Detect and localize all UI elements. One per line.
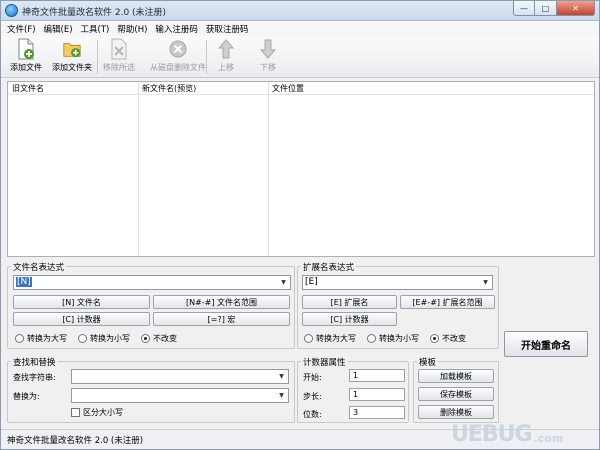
counter-step-input[interactable]: 1 [349,388,405,401]
toolbar-separator [206,40,207,74]
watermark: UEBUG .com [451,419,597,449]
checkbox-icon [71,408,80,417]
counter-step-label: 步长: [303,392,322,401]
window-controls: — □ ✕ [513,1,595,16]
watermark-text: UEBUG [451,421,533,447]
add-folder-icon [62,38,82,60]
filename-expression-title: 文件名表达式 [11,261,67,273]
move-down-button[interactable]: 下移 [255,38,281,76]
toolbar: 添加文件 添加文件夹 移除所选 从磁盘删除文件 上移 下移 [1,36,599,78]
column-divider [138,82,139,256]
insert-filename-range-button[interactable]: [N#-#] 文件名范围 [153,295,290,309]
extension-expression-combo[interactable]: [E] ▼ [302,275,493,290]
column-location[interactable]: 文件位置 [272,83,304,94]
status-text: 神奇文件批量改名软件 2.0 (未注册) [7,436,144,446]
insert-filename-button[interactable]: [N] 文件名 [13,295,150,309]
watermark-suffix: .com [533,431,564,445]
insert-macro-button[interactable]: [=?] 宏 [153,312,290,326]
chevron-down-icon[interactable]: ▼ [276,390,287,401]
delete-icon [168,38,188,60]
minimize-button[interactable]: — [513,1,535,16]
counter-start-input[interactable]: 1 [349,369,405,382]
remove-selected-button[interactable]: 移除所选 [101,38,137,76]
app-icon [5,4,18,17]
column-new-name[interactable]: 新文件名(预览) [142,83,196,94]
menu-edit[interactable]: 编辑(E) [44,23,73,35]
add-file-button[interactable]: 添加文件 [9,38,43,76]
add-file-icon [16,38,36,60]
menu-enter-code[interactable]: 输入注册码 [155,23,198,35]
replace-label: 替换为: [13,392,40,401]
filename-expression-value: [N] [16,277,32,287]
toolbar-separator [97,40,98,74]
delete-from-disk-button[interactable]: 从磁盘删除文件 [141,38,215,76]
menu-file[interactable]: 文件(F) [7,23,36,35]
insert-extension-range-button[interactable]: [E#-#] 扩展名范围 [400,295,495,309]
file-list[interactable]: 旧文件名 新文件名(预览) 文件位置 [7,81,595,257]
radio-selected-icon [141,334,150,343]
ext-lowercase-radio[interactable]: 转换为小写 [367,333,419,344]
counter-start-label: 开始: [303,373,322,382]
radio-icon [367,334,376,343]
chevron-down-icon[interactable]: ▼ [480,277,491,288]
add-folder-button[interactable]: 添加文件夹 [50,38,94,76]
column-divider [268,82,269,256]
chevron-down-icon[interactable]: ▼ [276,371,287,382]
arrow-up-icon [216,38,236,60]
filename-uppercase-radio[interactable]: 转换为大写 [15,333,67,344]
counter-digits-label: 位数: [303,410,322,419]
menu-help[interactable]: 帮助(H) [117,23,147,35]
menu-tools[interactable]: 工具(T) [81,23,110,35]
filename-expression-combo[interactable]: [N] ▼ [13,275,291,290]
menu-bar: 文件(F) 编辑(E) 工具(T) 帮助(H) 输入注册码 获取注册码 [1,21,599,36]
counter-digits-input[interactable]: 3 [349,406,405,419]
title-bar[interactable]: 神奇文件批量改名软件 2.0 (未注册) — □ ✕ [1,1,599,21]
filename-nochange-radio[interactable]: 不改变 [141,333,177,344]
radio-icon [304,334,313,343]
save-template-button[interactable]: 保存模板 [418,387,494,401]
ext-nochange-radio[interactable]: 不改变 [430,333,466,344]
filename-lowercase-radio[interactable]: 转换为小写 [78,333,130,344]
window-title: 神奇文件批量改名软件 2.0 (未注册) [22,8,167,18]
extension-expression-title: 扩展名表达式 [301,261,357,273]
menu-get-code[interactable]: 获取注册码 [206,23,249,35]
file-list-header: 旧文件名 新文件名(预览) 文件位置 [8,82,594,95]
load-template-button[interactable]: 加载模板 [418,369,494,383]
maximize-button[interactable]: □ [535,1,557,16]
arrow-down-icon [258,38,278,60]
insert-extension-button[interactable]: [E] 扩展名 [302,295,397,309]
start-rename-button[interactable]: 开始重命名 [504,331,588,357]
templates-title: 模板 [417,356,439,368]
insert-counter-button[interactable]: [C] 计数器 [13,312,150,326]
radio-icon [78,334,87,343]
find-replace-title: 查找和替换 [11,356,58,368]
ext-uppercase-radio[interactable]: 转换为大写 [304,333,356,344]
replace-string-combo[interactable]: ▼ [71,388,289,403]
extension-expression-value: [E] [305,277,318,287]
move-up-button[interactable]: 上移 [213,38,239,76]
find-label: 查找字符串: [13,373,56,382]
remove-icon [109,38,129,60]
close-button[interactable]: ✕ [557,1,595,16]
radio-icon [15,334,24,343]
chevron-down-icon[interactable]: ▼ [278,277,289,288]
counter-title: 计数器属性 [301,356,348,368]
app-window: 神奇文件批量改名软件 2.0 (未注册) — □ ✕ 文件(F) 编辑(E) 工… [0,0,600,450]
column-old-name[interactable]: 旧文件名 [12,83,44,94]
find-string-combo[interactable]: ▼ [71,369,289,384]
radio-selected-icon [430,334,439,343]
insert-ext-counter-button[interactable]: [C] 计数器 [302,312,397,326]
delete-template-button[interactable]: 删除模板 [418,405,494,419]
case-sensitive-checkbox[interactable]: 区分大小写 [71,407,123,418]
